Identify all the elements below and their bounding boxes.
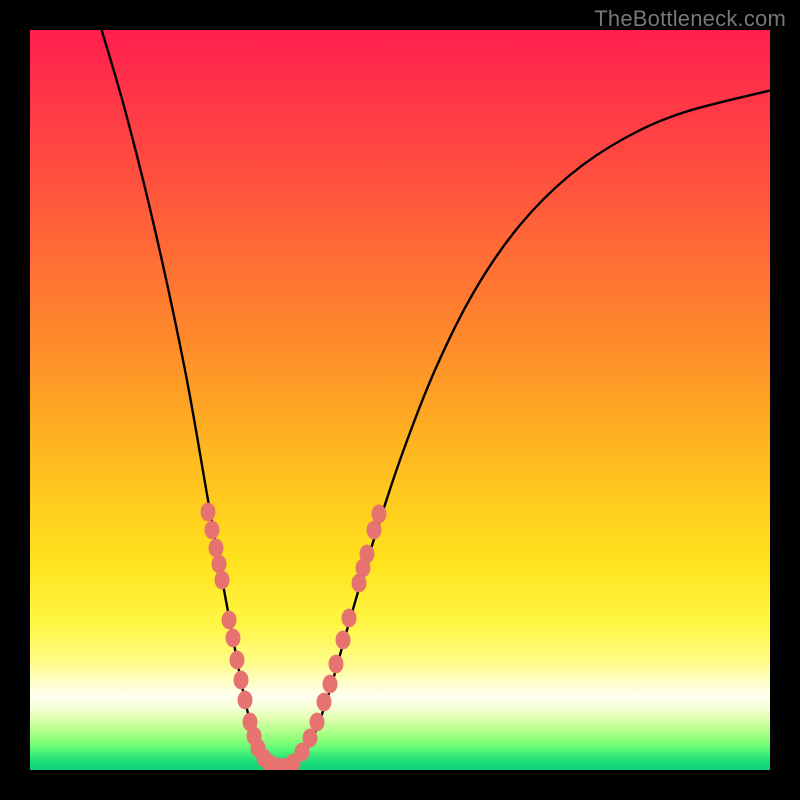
- plot-area: [30, 30, 770, 770]
- bead: [205, 521, 220, 540]
- bead: [230, 651, 245, 670]
- bead: [212, 555, 227, 574]
- bead: [367, 521, 382, 540]
- bead: [323, 675, 338, 694]
- bead: [201, 503, 216, 522]
- chart-stage: TheBottleneck.com: [0, 0, 800, 800]
- bead: [317, 693, 332, 712]
- bead: [226, 629, 241, 648]
- bead: [336, 631, 351, 650]
- curve-layer: [30, 30, 770, 770]
- bead-group: [201, 503, 387, 770]
- v-curve: [98, 30, 770, 769]
- watermark-text: TheBottleneck.com: [594, 6, 786, 32]
- bead: [234, 671, 249, 690]
- bead: [342, 609, 357, 628]
- bead: [215, 571, 230, 590]
- bead: [360, 545, 375, 564]
- bead: [372, 505, 387, 524]
- bead: [238, 691, 253, 710]
- bead: [329, 655, 344, 674]
- bead: [209, 539, 224, 558]
- bead: [310, 713, 325, 732]
- bead: [303, 729, 318, 748]
- bead: [222, 611, 237, 630]
